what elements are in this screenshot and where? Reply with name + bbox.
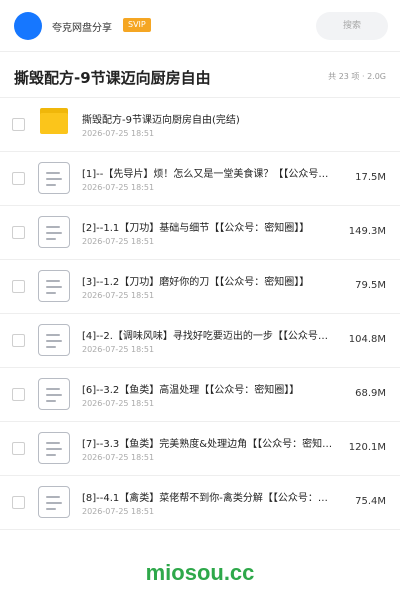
select-checkbox[interactable] xyxy=(12,226,25,239)
item-name[interactable]: [4]--2.【调味风味】寻找好吃要迈出的一步【【公众号：密知圈】】 xyxy=(82,327,336,342)
item-date: 2026-07-25 18:51 xyxy=(82,453,155,462)
list-item[interactable]: [1]--【先导片】烦！怎么又是一堂美食课？【【公众号：密知圈】】 2026-0… xyxy=(0,152,400,206)
item-size: 75.4M xyxy=(355,496,386,507)
watermark-text: miosou.cc xyxy=(145,560,255,585)
file-icon xyxy=(38,216,70,248)
list-item[interactable]: [6]--3.2【鱼类】高温处理【【公众号：密知圈】】 2026-07-25 1… xyxy=(0,368,400,422)
item-name[interactable]: [6]--3.2【鱼类】高温处理【【公众号：密知圈】】 xyxy=(82,381,336,396)
item-count-size: 共 23 项 · 2.0G xyxy=(328,72,386,81)
item-date: 2026-07-25 18:51 xyxy=(82,183,155,192)
search-input[interactable] xyxy=(316,12,388,40)
avatar[interactable] xyxy=(14,12,42,40)
list-item-folder[interactable]: 撕毁配方-9节课迈向厨房自由(完结) 2026-07-25 18:51 xyxy=(0,98,400,152)
brand-name: 夸克网盘分享 xyxy=(52,23,112,34)
file-icon xyxy=(38,432,70,464)
list-item[interactable]: [8]--4.1【禽类】菜佬帮不到你-禽类分解【【公众号：密知圈】】 2026-… xyxy=(0,476,400,530)
item-date: 2026-07-25 18:51 xyxy=(82,399,155,408)
item-date: 2026-07-25 18:51 xyxy=(82,237,155,246)
item-size: 68.9M xyxy=(355,388,386,399)
select-checkbox[interactable] xyxy=(12,496,25,509)
list-item[interactable]: [7]--3.3【鱼类】完美熟度&处理边角【【公众号：密知圈】】 2026-07… xyxy=(0,422,400,476)
item-size: 149.3M xyxy=(348,226,386,237)
item-name[interactable]: [2]--1.1【刀功】基础与细节【【公众号：密知圈】】 xyxy=(82,219,336,234)
list-item[interactable]: [3]--1.2【刀功】磨好你的刀【【公众号：密知圈】】 2026-07-25 … xyxy=(0,260,400,314)
item-size: 104.8M xyxy=(348,334,386,345)
select-checkbox[interactable] xyxy=(12,442,25,455)
file-icon xyxy=(38,270,70,302)
select-checkbox[interactable] xyxy=(12,172,25,185)
file-icon xyxy=(38,378,70,410)
share-title-bar: 撕毁配方-9节课迈向厨房自由 共 23 项 · 2.0G xyxy=(0,53,400,98)
item-date: 2026-07-25 18:51 xyxy=(82,507,155,516)
list-item[interactable]: [2]--1.1【刀功】基础与细节【【公众号：密知圈】】 2026-07-25 … xyxy=(0,206,400,260)
select-checkbox[interactable] xyxy=(12,334,25,347)
select-checkbox[interactable] xyxy=(12,280,25,293)
file-icon xyxy=(38,162,70,194)
item-date: 2026-07-25 18:51 xyxy=(82,129,155,138)
select-checkbox[interactable] xyxy=(12,388,25,401)
item-size: 17.5M xyxy=(355,172,386,183)
item-name[interactable]: [7]--3.3【鱼类】完美熟度&处理边角【【公众号：密知圈】】 xyxy=(82,435,336,450)
item-name[interactable]: 撕毁配方-9节课迈向厨房自由(完结) xyxy=(82,111,336,126)
select-checkbox[interactable] xyxy=(12,118,25,131)
file-icon xyxy=(38,324,70,356)
svip-badge[interactable]: SVIP xyxy=(123,18,151,32)
folder-icon xyxy=(40,108,68,134)
item-name[interactable]: [8]--4.1【禽类】菜佬帮不到你-禽类分解【【公众号：密知圈】】 xyxy=(82,489,336,504)
item-date: 2026-07-25 18:51 xyxy=(82,345,155,354)
page-title: 撕毁配方-9节课迈向厨房自由 xyxy=(14,69,211,87)
item-date: 2026-07-25 18:51 xyxy=(82,291,155,300)
item-name[interactable]: [3]--1.2【刀功】磨好你的刀【【公众号：密知圈】】 xyxy=(82,273,336,288)
item-name[interactable]: [1]--【先导片】烦！怎么又是一堂美食课？【【公众号：密知圈】】 xyxy=(82,165,336,180)
file-icon xyxy=(38,486,70,518)
item-size: 79.5M xyxy=(355,280,386,291)
item-size: 120.1M xyxy=(348,442,386,453)
file-list: 撕毁配方-9节课迈向厨房自由(完结) 2026-07-25 18:51 [1]-… xyxy=(0,98,400,530)
app-header: 夸克网盘分享 SVIP xyxy=(0,0,400,52)
list-item[interactable]: [4]--2.【调味风味】寻找好吃要迈出的一步【【公众号：密知圈】】 2026-… xyxy=(0,314,400,368)
